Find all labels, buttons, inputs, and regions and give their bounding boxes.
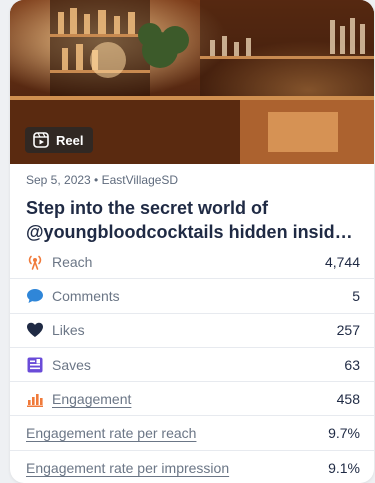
metric-value-engagement: 458: [336, 390, 360, 407]
metric-label-comments: Comments: [52, 287, 120, 304]
metric-label-likes: Likes: [52, 322, 85, 339]
metric-label-reach: Reach: [52, 253, 93, 270]
metric-label-engagement[interactable]: Engagement: [52, 391, 337, 407]
post-title-line-2: @youngbloodcocktails hidden insid…: [26, 222, 353, 242]
metric-value-comments: 5: [352, 287, 360, 304]
metric-row-engagement-rate-reach[interactable]: Engagement rate per reach 9.7%: [10, 416, 374, 451]
post-title[interactable]: Step into the secret world of @youngbloo…: [10, 187, 374, 244]
metrics-list: Reach 4,744 Comments 5 Likes 257 Saves 6…: [10, 245, 374, 483]
metric-value-engagement-rate-impression: 9.1%: [328, 459, 360, 476]
post-date-account: Sep 5, 2023 • EastVillageSD: [26, 173, 179, 187]
post-title-line-1: Step into the secret world of: [26, 198, 269, 218]
post-thumbnail[interactable]: Reel: [10, 0, 374, 164]
metric-value-likes: 257: [336, 322, 360, 339]
metric-label-saves: Saves: [52, 356, 91, 373]
metric-value-reach: 4,744: [324, 253, 360, 270]
metric-value-saves: 63: [344, 356, 360, 373]
reel-badge: Reel: [25, 127, 94, 153]
post-card: Reel Sep 5, 2023 • EastVillageSD Step in…: [10, 0, 374, 483]
reach-icon: [26, 253, 44, 271]
metric-label-engagement-rate-impression[interactable]: Engagement rate per impression: [26, 460, 328, 476]
comment-icon: [26, 287, 44, 305]
reel-label: Reel: [56, 132, 84, 148]
metric-label-engagement-rate-reach[interactable]: Engagement rate per reach: [26, 425, 328, 441]
metric-row-saves: Saves 63: [10, 348, 374, 383]
metric-row-reach: Reach 4,744: [10, 245, 374, 280]
engagement-icon: [26, 390, 44, 408]
heart-icon: [26, 321, 44, 339]
reel-icon: [33, 132, 49, 148]
metric-row-engagement[interactable]: Engagement 458: [10, 382, 374, 417]
saves-icon: [26, 356, 44, 374]
metric-value-engagement-rate-reach: 9.7%: [328, 425, 360, 442]
metric-row-likes: Likes 257: [10, 314, 374, 348]
metric-row-engagement-rate-impression[interactable]: Engagement rate per impression 9.1%: [10, 451, 374, 483]
metric-row-comments: Comments 5: [10, 279, 374, 314]
